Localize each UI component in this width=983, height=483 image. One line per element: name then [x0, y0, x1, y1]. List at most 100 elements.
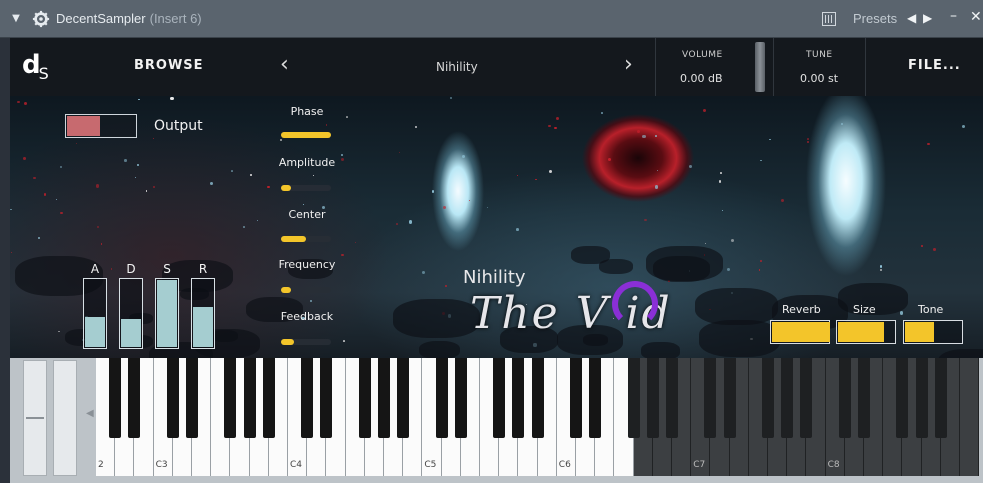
black-key[interactable]	[570, 358, 582, 438]
lfo-label-frequency: Frequency	[278, 258, 336, 271]
prev-preset-chevron-icon[interactable]: ‹	[280, 52, 289, 77]
black-key[interactable]	[800, 358, 813, 438]
lfo-slider-fill	[281, 339, 294, 345]
tune-value[interactable]: 0.00 st	[800, 72, 838, 85]
browse-button[interactable]: BROWSE	[134, 58, 204, 73]
adsr-label-d: D	[126, 262, 136, 276]
fx-slider-fill	[772, 322, 830, 342]
black-key[interactable]	[762, 358, 774, 438]
host-title-bar: ▼ DecentSampler (Insert 6) Presets ◀ ▶ –…	[0, 0, 983, 38]
black-key[interactable]	[454, 358, 467, 438]
preset-prev-icon[interactable]: ◀	[907, 11, 916, 25]
gear-icon[interactable]	[32, 10, 50, 28]
fx-slider-reverb[interactable]	[770, 320, 830, 344]
black-key[interactable]	[224, 358, 237, 438]
octave-label: 2	[98, 460, 104, 470]
volume-value[interactable]: 0.00 dB	[680, 72, 723, 85]
lfo-label-feedback: Feedback	[280, 310, 334, 323]
mod-wheel[interactable]	[53, 360, 77, 476]
black-key[interactable]	[186, 358, 198, 438]
black-key[interactable]	[378, 358, 390, 438]
keyswitch-range-marker-icon: ◀	[86, 408, 94, 419]
black-key[interactable]	[512, 358, 525, 438]
minimize-icon[interactable]: –	[950, 8, 957, 24]
adsr-slider-r[interactable]	[191, 278, 215, 349]
divider	[773, 38, 774, 96]
instrument-subtitle: Nihility	[463, 267, 526, 288]
fx-slider-fill	[905, 322, 934, 342]
pitch-wheel[interactable]	[23, 360, 47, 476]
lfo-slider-frequency[interactable]	[281, 287, 331, 293]
black-key[interactable]	[589, 358, 602, 438]
adsr-label-r: R	[198, 262, 208, 276]
window-title: DecentSampler	[56, 11, 146, 26]
black-key[interactable]	[915, 358, 928, 438]
output-label: Output	[154, 118, 203, 134]
black-key[interactable]	[646, 358, 659, 438]
black-key[interactable]	[531, 358, 544, 438]
lfo-slider-fill	[281, 132, 331, 138]
octave-label: C4	[290, 460, 303, 470]
lfo-slider-feedback[interactable]	[281, 339, 331, 345]
black-key[interactable]	[627, 358, 640, 438]
black-key[interactable]	[109, 358, 122, 438]
adsr-slider-fill	[157, 280, 177, 347]
black-key[interactable]	[435, 358, 448, 438]
octave-label: C6	[558, 460, 571, 470]
black-key[interactable]	[781, 358, 794, 438]
tune-label: TUNE	[806, 50, 833, 60]
fx-slider-size[interactable]	[836, 320, 896, 344]
lfo-label-center: Center	[288, 208, 326, 221]
close-icon[interactable]: ✕	[970, 9, 982, 25]
black-key[interactable]	[493, 358, 506, 438]
black-key[interactable]	[243, 358, 256, 438]
lfo-slider-amplitude[interactable]	[281, 185, 331, 191]
adsr-slider-fill	[85, 316, 105, 347]
black-key[interactable]	[896, 358, 909, 438]
adsr-slider-s[interactable]	[155, 278, 179, 349]
window-menu-arrow-icon[interactable]: ▼	[6, 13, 26, 24]
output-meter-fill	[67, 116, 100, 136]
black-key[interactable]	[358, 358, 371, 438]
volume-label: VOLUME	[682, 50, 723, 60]
black-key[interactable]	[838, 358, 851, 438]
piano-roll-icon[interactable]	[822, 12, 836, 26]
fx-label-tone: Tone	[918, 303, 944, 316]
window-insert-label: (Insert 6)	[149, 11, 202, 26]
divider	[865, 38, 866, 96]
black-key[interactable]	[262, 358, 275, 438]
lfo-slider-fill	[281, 185, 291, 191]
fx-slider-fill	[838, 322, 885, 342]
next-preset-chevron-icon[interactable]: ›	[624, 52, 633, 77]
fx-slider-tone[interactable]	[903, 320, 963, 344]
adsr-slider-a[interactable]	[83, 278, 107, 349]
black-key[interactable]	[128, 358, 141, 438]
white-key[interactable]	[960, 358, 980, 476]
adsr-slider-d[interactable]	[119, 278, 143, 349]
decent-sampler-logo: dS	[22, 50, 49, 84]
lfo-slider-phase[interactable]	[281, 132, 331, 138]
lfo-slider-center[interactable]	[281, 236, 331, 242]
output-meter	[65, 114, 137, 138]
black-key[interactable]	[166, 358, 179, 438]
octave-label: C5	[424, 460, 437, 470]
black-key[interactable]	[704, 358, 717, 438]
current-preset-name[interactable]: Nihility	[436, 60, 478, 74]
black-key[interactable]	[397, 358, 410, 438]
black-key[interactable]	[934, 358, 947, 438]
piano-keys: 2 C3 C4 C5 C6 C7 C8	[96, 358, 981, 476]
black-key[interactable]	[320, 358, 333, 438]
file-menu-button[interactable]: FILE...	[908, 58, 961, 73]
fx-label-size: Size	[853, 303, 876, 316]
adsr-slider-fill	[193, 306, 213, 347]
plugin-header: dS BROWSE ‹ Nihility › VOLUME 0.00 dB TU…	[10, 38, 983, 96]
black-key[interactable]	[301, 358, 314, 438]
black-key[interactable]	[723, 358, 736, 438]
lfo-label-phase: Phase	[290, 105, 324, 118]
preset-next-icon[interactable]: ▶	[923, 11, 932, 25]
presets-button[interactable]: Presets	[853, 11, 897, 26]
black-key[interactable]	[858, 358, 870, 438]
octave-label: C3	[155, 460, 168, 470]
black-key[interactable]	[666, 358, 678, 438]
volume-fader[interactable]	[755, 42, 765, 92]
